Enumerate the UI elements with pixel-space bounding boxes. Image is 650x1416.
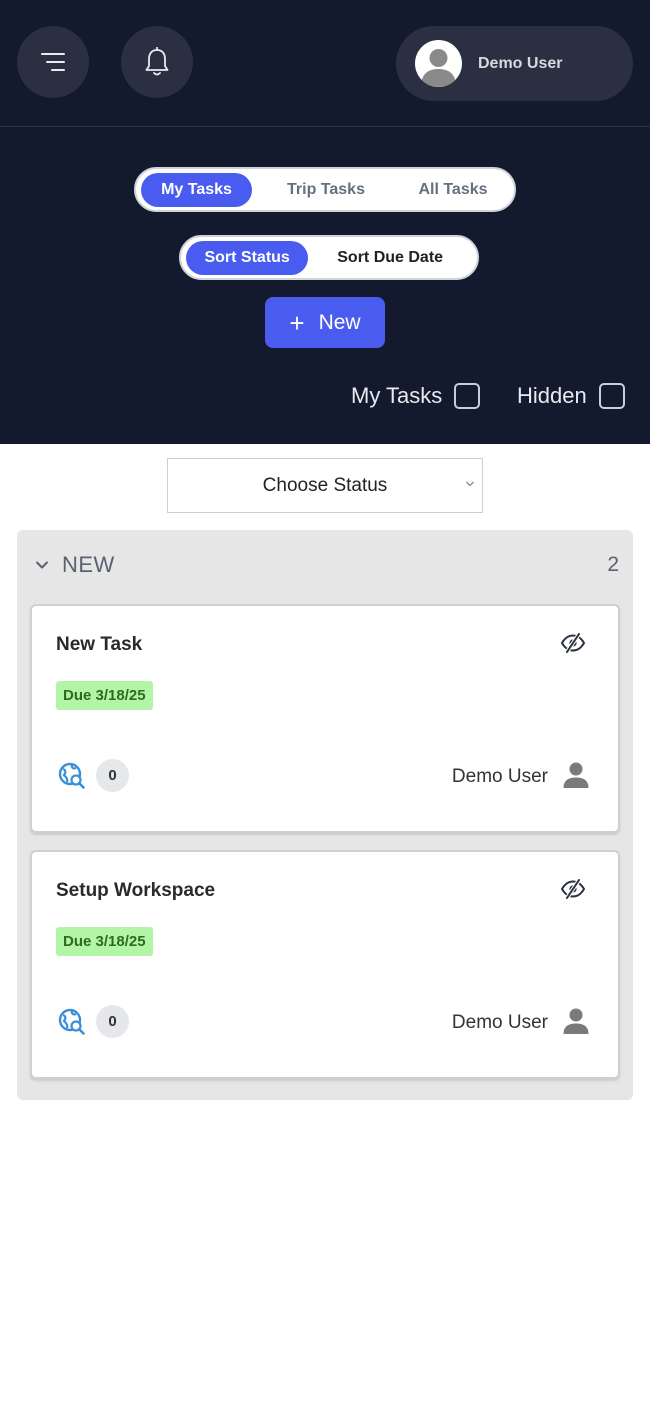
plus-icon: +	[289, 307, 305, 338]
task-title: Setup Workspace	[56, 880, 216, 901]
globe-search-icon[interactable]	[58, 1008, 86, 1036]
new-task-button[interactable]: + New	[265, 297, 385, 348]
eye-slash-icon[interactable]	[560, 878, 586, 900]
eye-slash-icon[interactable]	[560, 632, 586, 654]
assignee-name: Demo User	[451, 1012, 548, 1033]
group-header[interactable]: NEW 2	[17, 550, 633, 580]
chevron-down-icon	[466, 481, 474, 487]
due-date-badge: Due 3/18/25	[56, 927, 153, 956]
task-card[interactable]: New Task Due 3/18/25 0 Demo User	[30, 604, 620, 833]
status-select[interactable]: Choose Status	[167, 458, 483, 513]
avatar	[415, 40, 462, 87]
comment-count-badge: 0	[96, 759, 129, 792]
my-tasks-filter: My Tasks	[351, 383, 481, 409]
group-title: NEW	[62, 552, 115, 577]
header-divider	[0, 126, 650, 127]
menu-button[interactable]	[17, 26, 89, 98]
sort-tabs: Sort Status Sort Due Date	[179, 235, 479, 280]
tab-my-tasks[interactable]: My Tasks	[141, 172, 252, 207]
status-select-value: Choose Status	[262, 474, 388, 496]
task-scope-tabs: My Tasks Trip Tasks All Tasks	[134, 167, 516, 212]
my-tasks-checkbox[interactable]	[454, 383, 481, 409]
bell-icon	[145, 47, 169, 76]
task-card[interactable]: Setup Workspace Due 3/18/25 0 Demo User	[30, 850, 620, 1079]
tab-trip-tasks[interactable]: Trip Tasks	[252, 173, 400, 207]
tab-sort-due-date[interactable]: Sort Due Date	[308, 241, 472, 275]
user-menu[interactable]: Demo User	[396, 26, 633, 101]
status-group-new: NEW 2 New Task Due 3/18/25 0 Demo User S…	[17, 530, 633, 1100]
hidden-filter: Hidden	[517, 383, 625, 409]
due-date-badge: Due 3/18/25	[56, 681, 153, 710]
hidden-filter-label: Hidden	[517, 383, 587, 408]
avatar-icon	[421, 49, 456, 87]
notifications-button[interactable]	[121, 26, 193, 98]
assignee-name: Demo User	[451, 766, 548, 787]
person-icon	[563, 762, 589, 788]
comment-count-badge: 0	[96, 1005, 129, 1038]
new-task-label: New	[318, 310, 361, 334]
group-count: 2	[607, 553, 619, 576]
task-title: New Task	[56, 634, 143, 655]
globe-search-icon[interactable]	[58, 762, 86, 790]
my-tasks-filter-label: My Tasks	[351, 383, 443, 408]
chevron-down-icon[interactable]	[35, 560, 49, 570]
person-icon	[563, 1008, 589, 1034]
menu-icon	[41, 53, 65, 71]
top-header: Demo User My Tasks Trip Tasks All Tasks …	[0, 0, 650, 444]
tab-all-tasks[interactable]: All Tasks	[400, 173, 506, 207]
tab-sort-status[interactable]: Sort Status	[186, 240, 309, 275]
user-name: Demo User	[478, 54, 563, 72]
hidden-checkbox[interactable]	[598, 383, 625, 409]
